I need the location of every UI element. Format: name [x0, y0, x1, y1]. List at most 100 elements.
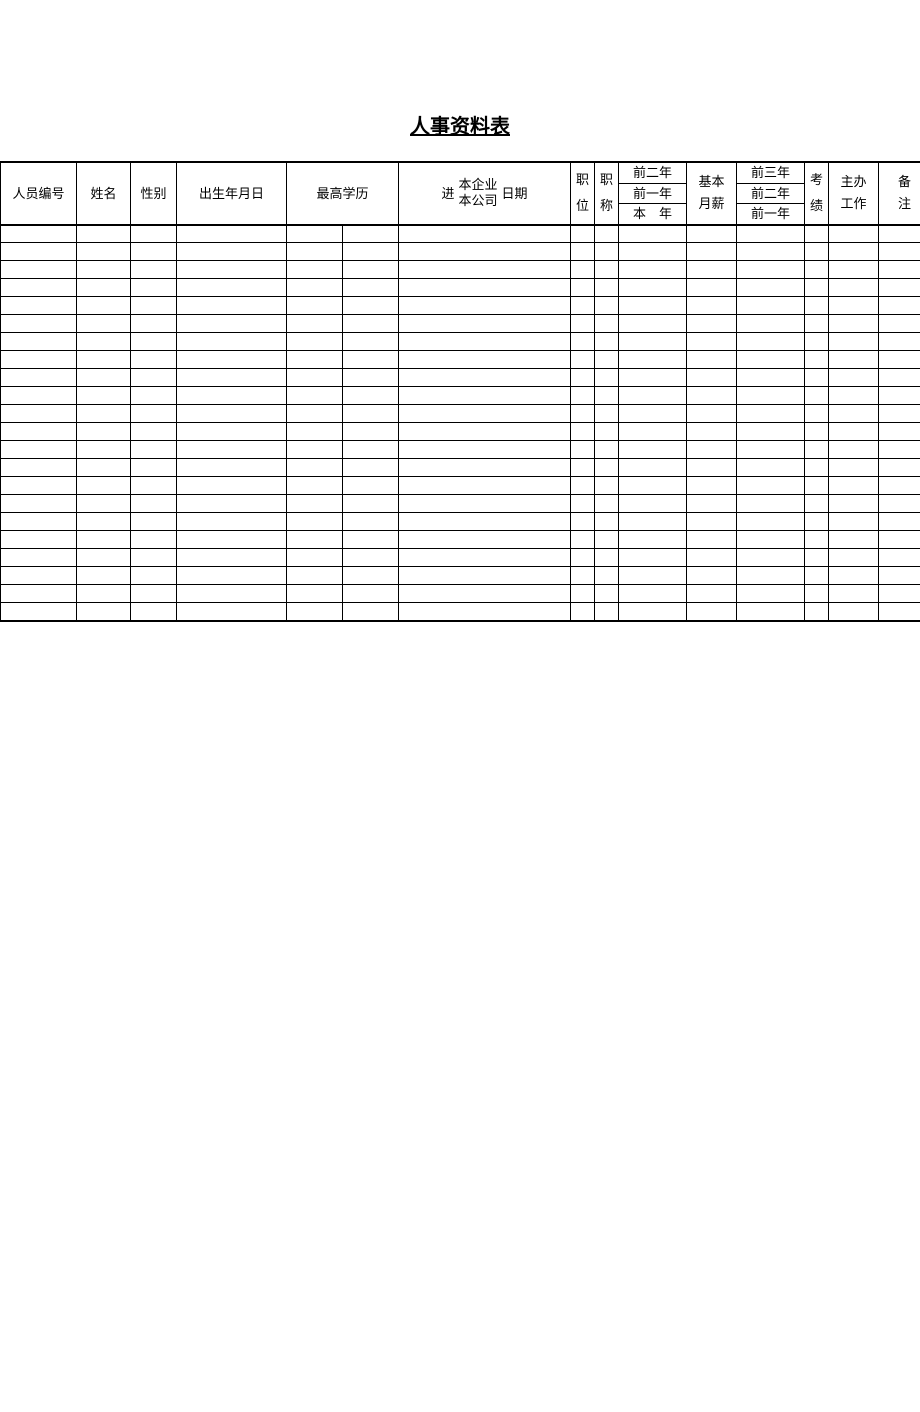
table-cell [343, 315, 399, 333]
table-cell [879, 513, 920, 531]
table-cell [595, 567, 619, 585]
table-cell [177, 261, 287, 279]
table-cell [131, 603, 177, 621]
table-cell [571, 333, 595, 351]
table-cell [343, 441, 399, 459]
table-cell [805, 333, 829, 351]
col-title-top: 职 [595, 172, 618, 188]
table-cell [829, 243, 879, 261]
table-cell [399, 387, 571, 405]
col-year2-prev2: 前二年 [737, 183, 805, 204]
table-cell [177, 423, 287, 441]
table-cell [1, 405, 77, 423]
table-cell [737, 513, 805, 531]
table-cell [287, 315, 343, 333]
table-cell [177, 387, 287, 405]
entry-date-right: 日期 [502, 186, 528, 202]
table-cell [571, 279, 595, 297]
table-row [1, 423, 920, 441]
table-row [1, 405, 920, 423]
table-cell [879, 549, 920, 567]
table-cell [287, 477, 343, 495]
table-cell [77, 405, 131, 423]
table-cell [131, 261, 177, 279]
table-cell [829, 225, 879, 243]
table-cell [619, 567, 687, 585]
table-cell [177, 279, 287, 297]
table-cell [805, 279, 829, 297]
table-cell [399, 405, 571, 423]
table-cell [829, 351, 879, 369]
col-name: 姓名 [77, 162, 131, 225]
table-cell [343, 243, 399, 261]
table-cell [571, 477, 595, 495]
table-cell [177, 477, 287, 495]
table-cell [77, 549, 131, 567]
table-cell [737, 585, 805, 603]
table-cell [177, 405, 287, 423]
table-cell [177, 315, 287, 333]
table-cell [571, 297, 595, 315]
table-cell [1, 225, 77, 243]
table-cell [287, 279, 343, 297]
table-cell [399, 441, 571, 459]
table-cell [131, 297, 177, 315]
page-title: 人事资料表 [0, 110, 920, 139]
table-cell [619, 495, 687, 513]
table-cell [829, 297, 879, 315]
table-cell [879, 603, 920, 621]
table-cell [595, 405, 619, 423]
table-cell [77, 423, 131, 441]
table-cell [77, 477, 131, 495]
table-cell [177, 225, 287, 243]
table-cell [287, 405, 343, 423]
table-cell [595, 603, 619, 621]
table-cell [1, 297, 77, 315]
table-cell [737, 351, 805, 369]
col-base-salary-bot: 月薪 [687, 196, 736, 212]
table-cell [829, 423, 879, 441]
table-cell [737, 441, 805, 459]
table-cell [571, 423, 595, 441]
table-cell [805, 477, 829, 495]
table-cell [131, 477, 177, 495]
col-evaluation-bot: 绩 [805, 198, 828, 214]
table-cell [77, 603, 131, 621]
table-cell [879, 351, 920, 369]
table-cell [77, 315, 131, 333]
table-cell [829, 441, 879, 459]
table-cell [687, 243, 737, 261]
table-cell [343, 567, 399, 585]
table-cell [687, 225, 737, 243]
table-cell [131, 243, 177, 261]
table-cell [287, 225, 343, 243]
table-cell [1, 279, 77, 297]
table-cell [829, 549, 879, 567]
table-cell [619, 477, 687, 495]
col-main-work: 主办 工作 [829, 162, 879, 225]
table-cell [343, 405, 399, 423]
col-base-salary: 基本 月薪 [687, 162, 737, 225]
table-cell [595, 333, 619, 351]
table-cell [879, 369, 920, 387]
table-cell [737, 279, 805, 297]
table-cell [177, 243, 287, 261]
table-cell [399, 567, 571, 585]
table-cell [343, 531, 399, 549]
table-cell [343, 513, 399, 531]
table-cell [737, 315, 805, 333]
table-cell [879, 333, 920, 351]
table-row [1, 225, 920, 243]
col-birth-date: 出生年月日 [177, 162, 287, 225]
table-cell [343, 549, 399, 567]
table-cell [287, 243, 343, 261]
table-cell [571, 351, 595, 369]
table-cell [571, 585, 595, 603]
table-cell [595, 243, 619, 261]
table-cell [619, 441, 687, 459]
table-cell [879, 279, 920, 297]
table-cell [571, 603, 595, 621]
table-cell [287, 333, 343, 351]
col-main-work-top: 主办 [829, 174, 878, 190]
table-cell [829, 279, 879, 297]
